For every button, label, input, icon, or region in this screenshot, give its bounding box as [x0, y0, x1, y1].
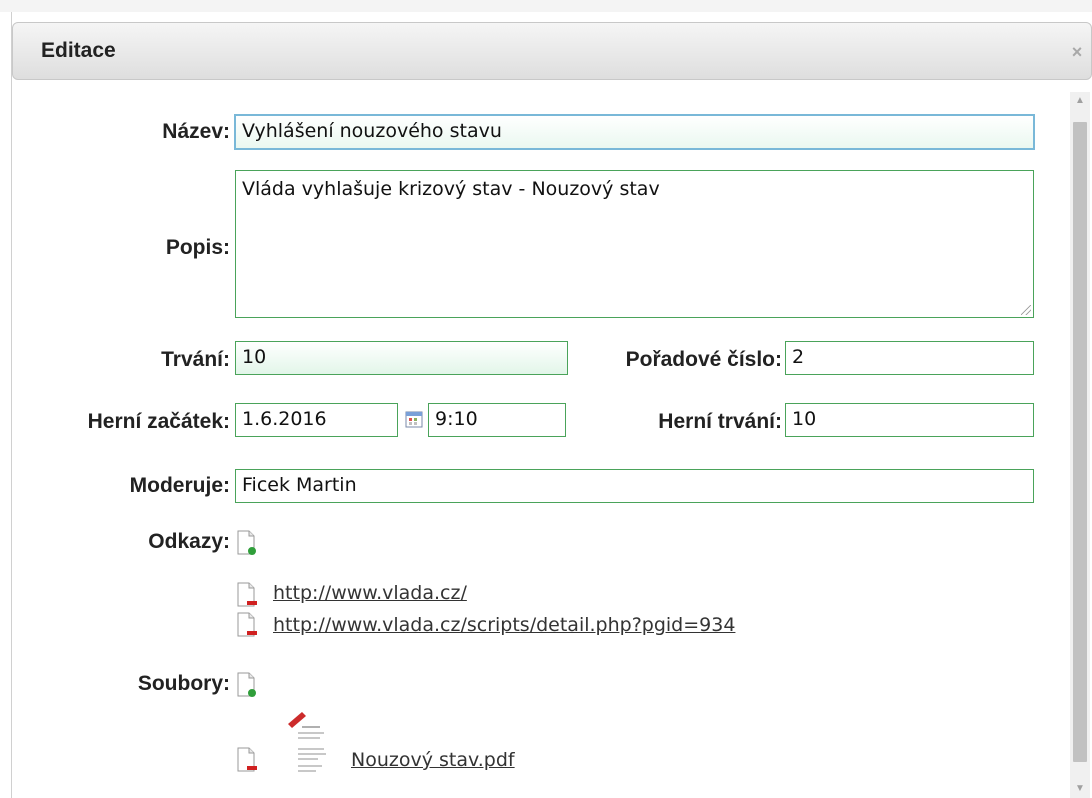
remove-file-icon[interactable]	[236, 747, 258, 773]
soubory-label: Soubory:	[137, 672, 230, 695]
herni-zacatek-date-input[interactable]: 1.6.2016	[235, 403, 398, 437]
herni-trvani-input[interactable]: 10	[785, 403, 1034, 437]
dialog-title: Editace	[41, 39, 116, 62]
link-item[interactable]: http://www.vlada.cz/scripts/detail.php?p…	[273, 614, 735, 636]
remove-link-icon[interactable]	[236, 582, 258, 608]
moderuje-input[interactable]: Ficek Martin	[235, 469, 1034, 503]
nazev-label: Název:	[162, 120, 230, 143]
vertical-scrollbar[interactable]: ▲ ▼	[1070, 92, 1090, 798]
popis-textarea[interactable]: Vláda vyhlašuje krizový stav - Nouzový s…	[235, 170, 1034, 318]
trvani-input[interactable]: 10	[235, 341, 568, 375]
trvani-label: Trvání:	[161, 348, 230, 371]
calendar-icon[interactable]	[405, 410, 423, 428]
close-icon[interactable]: ×	[1067, 41, 1087, 63]
moderuje-label: Moderuje:	[129, 474, 230, 497]
poradove-cislo-input[interactable]: 2	[785, 341, 1034, 375]
dialog-content: Název: Vyhlášení nouzového stavu Popis: …	[12, 92, 1066, 798]
poradove-cislo-label: Pořadové číslo:	[625, 348, 782, 371]
add-file-icon[interactable]	[236, 672, 258, 698]
add-link-icon[interactable]	[236, 530, 258, 556]
dialog-titlebar[interactable]: Editace ×	[12, 22, 1092, 80]
scroll-thumb[interactable]	[1073, 122, 1087, 762]
scroll-up-arrow-icon[interactable]: ▲	[1070, 92, 1090, 110]
resize-grip-icon[interactable]	[1021, 305, 1031, 315]
popis-label: Popis:	[165, 236, 230, 259]
herni-zacatek-time-input[interactable]: 9:10	[428, 403, 566, 437]
herni-trvani-label: Herní trvání:	[658, 410, 782, 433]
odkazy-label: Odkazy:	[148, 530, 230, 553]
link-item[interactable]: http://www.vlada.cz/	[273, 582, 467, 604]
pdf-thumbnail-icon[interactable]	[284, 710, 336, 778]
nazev-input[interactable]: Vyhlášení nouzového stavu	[234, 114, 1035, 150]
popis-text: Vláda vyhlašuje krizový stav - Nouzový s…	[242, 178, 660, 200]
herni-zacatek-label: Herní začátek:	[87, 410, 230, 433]
remove-link-icon[interactable]	[236, 612, 258, 638]
scroll-down-arrow-icon[interactable]: ▼	[1070, 780, 1090, 798]
file-item[interactable]: Nouzový stav.pdf	[351, 749, 515, 771]
page-background-top	[0, 0, 1092, 12]
edit-dialog: Editace × Název: Vyhlášení nouzového sta…	[11, 12, 1092, 798]
